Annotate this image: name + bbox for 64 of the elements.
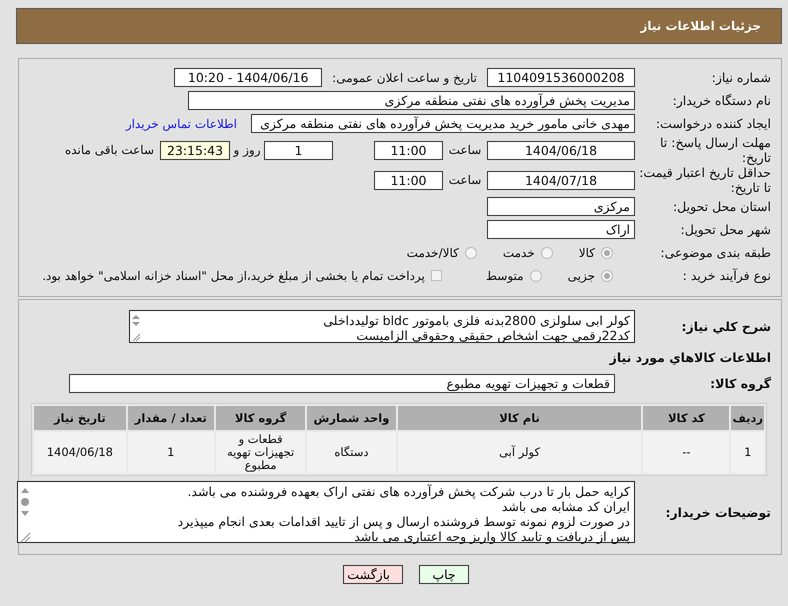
days-field: 1 [264, 140, 333, 160]
back-button[interactable]: بازگشت [343, 565, 403, 584]
column-header: ردیف [731, 406, 764, 430]
column-header: کد کالا [643, 406, 730, 430]
buyer-notes-text-area[interactable]: کرایه حمل بار تا درب شرکت پخش فرآورده های نفتی اراک بعهده فروشنده می باشد. ایران کد مشابه می باشد در صورت لزوم نمونه توسط فروشنده ارسال و پس از تایید اقدامات بعدی انجام میپذیرد پس از دریافت و تایید کالا واریز وجه اعتباری می باشد [17, 481, 635, 543]
field-label: شرح کلي نياز: [680, 318, 771, 334]
field-label: استان محل تحویل: [672, 199, 771, 214]
description-text-area[interactable]: کولر ابی سلولزی 2800بدنه فلزی باموتور bldc تولیدداخلی کد22رقمی جهت اشخاص حقیقی وحقوقی الزامیست [129, 310, 635, 342]
table-cell: -- [643, 432, 730, 473]
field-label: نام دستگاه خریدار: [672, 93, 771, 108]
field-label: تاریخ و ساعت اعلان عمومی: [332, 70, 477, 84]
radio-button[interactable] [464, 246, 477, 258]
column-header: تعداد / مقدار [128, 406, 214, 430]
validity-time-field: 11:00 [374, 170, 443, 190]
field-label: توضیحات خریدار: [664, 504, 771, 520]
column-header: گروه کالا [216, 406, 306, 430]
scroll-arrows-icon [130, 312, 142, 342]
remaining-label: ساعت باقی مانده [64, 143, 154, 157]
table-cell: دستگاه [307, 432, 396, 473]
table-cell: کولر آبی [398, 432, 642, 473]
buyer-field: مدیریت پخش فرآورده های نفتی منطقه مرکزی [188, 91, 635, 110]
option-label: کالا/خدمت [406, 246, 459, 260]
need-number-field: 1104091536000208 [487, 68, 635, 87]
radio-button[interactable] [601, 246, 613, 258]
field-label: طبقه بندی موضوعی: [659, 245, 771, 260]
field-label: نوع فرآیند خرید : [682, 268, 771, 283]
checkbox-label: پرداخت تمام یا بخشی از مبلغ خرید،از محل "اسناد خزانه اسلامی" خواهد بود. [42, 268, 425, 282]
city-field: اراک [487, 220, 635, 239]
buyer-contact-link[interactable]: اطلاعات تماس خریدار [126, 116, 237, 130]
goods-group-field: قطعات و تجهیزات تهویه مطبوع [69, 374, 615, 393]
announce-date-field: 1404/06/16 - 10:20 [174, 68, 322, 87]
field-label: مهلت ارسال پاسخ: تا تاریخ: [659, 135, 771, 165]
option-label: خدمت [502, 246, 535, 260]
radio-button[interactable] [530, 270, 542, 282]
table-cell: قطعات و تجهیزات تهویه مطبوع [216, 432, 306, 473]
table-cell: 1 [128, 432, 214, 473]
validity-date-field: 1404/07/18 [487, 170, 635, 190]
print-button[interactable]: چاپ [419, 565, 469, 584]
checkbox[interactable] [430, 270, 442, 281]
time-label: ساعت [448, 143, 482, 157]
field-label: ایجاد کننده درخواست: [654, 116, 771, 131]
province-field: مرکزی [487, 197, 635, 216]
table-cell: 1 [731, 432, 764, 473]
field-label: شهر محل تحویل: [680, 222, 771, 237]
time-label: ساعت [448, 173, 482, 187]
page-title: جزئیات اطلاعات نیاز [640, 19, 761, 33]
radio-button[interactable] [601, 270, 613, 282]
option-label: جزیی [568, 268, 595, 282]
column-header: تاریخ نیاز [34, 406, 126, 430]
section-heading: اطلاعات كالاهاي مورد نياز [608, 350, 772, 365]
deadline-time-field: 11:00 [374, 140, 443, 160]
option-label: متوسط [486, 268, 524, 282]
days-label: روز و [232, 143, 262, 157]
creator-field: مهدی خانی مامور خرید مدیریت پخش فرآورده های نفتی منطقه مرکزی [251, 114, 635, 133]
column-header: واحد شمارش [307, 406, 396, 430]
radio-button[interactable] [540, 246, 553, 258]
column-header: نام کالا [398, 406, 642, 430]
option-label: کالا [578, 246, 595, 260]
deadline-date-field: 1404/06/18 [487, 140, 635, 160]
remaining-time-field: 23:15:43 [160, 140, 230, 160]
table-cell: 1404/06/18 [34, 432, 126, 473]
field-label: گروه کالا: [709, 376, 771, 391]
field-label: شماره نیاز: [710, 70, 771, 85]
field-label: حداقل تاریخ اعتبار قیمت: تا تاریخ: [638, 165, 771, 195]
